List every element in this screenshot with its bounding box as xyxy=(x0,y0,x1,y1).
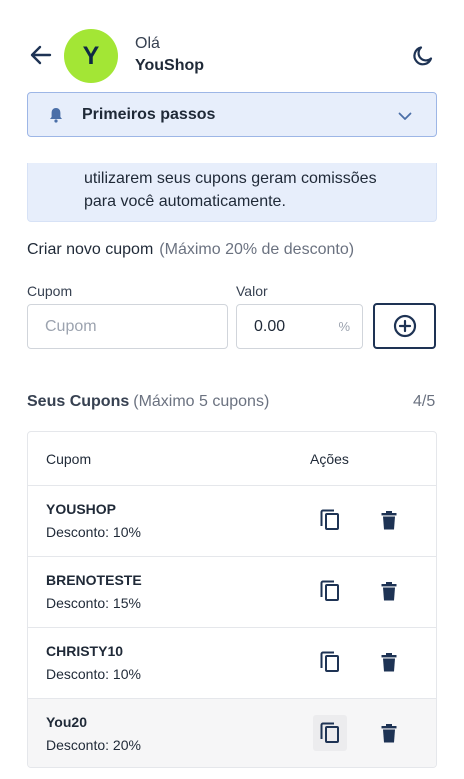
accordion-title: Primeiros passos xyxy=(82,106,216,123)
table-row: BRENOTESTE Desconto: 15% xyxy=(28,557,436,628)
trash-icon xyxy=(381,723,397,742)
value-text: 0.00 xyxy=(254,317,286,335)
coupons-subtitle: (Máximo 5 cupons) xyxy=(133,393,270,410)
moon-icon xyxy=(413,46,433,66)
trash-icon xyxy=(381,652,397,671)
coupon-field-label: Cupom xyxy=(27,283,73,299)
table-row: CHRISTY10 Desconto: 10% xyxy=(28,628,436,699)
coupon-code: You20 xyxy=(46,714,87,730)
create-title: Criar novo cupom xyxy=(27,241,154,258)
coupons-table: Cupom Ações YOUSHOP Desconto: 10% BRENOT… xyxy=(27,431,437,768)
delete-button[interactable] xyxy=(374,644,404,680)
shop-name: YouShop xyxy=(135,57,205,74)
back-button[interactable] xyxy=(28,42,54,68)
plus-circle-icon xyxy=(393,314,416,338)
theme-toggle-button[interactable] xyxy=(410,43,436,69)
primeiros-passos-accordion[interactable]: Primeiros passos xyxy=(27,92,437,137)
coupon-code: CHRISTY10 xyxy=(46,643,124,659)
bell-icon xyxy=(48,107,64,123)
coupon-discount: Desconto: 15% xyxy=(46,595,141,611)
coupon-discount: Desconto: 10% xyxy=(46,524,141,540)
copy-icon xyxy=(320,722,339,743)
your-coupons-title: Seus Cupons (Máximo 5 cupons) xyxy=(27,393,269,411)
trash-icon xyxy=(381,510,397,529)
coupon-discount: Desconto: 10% xyxy=(46,666,141,682)
avatar: Y xyxy=(64,29,118,83)
delete-button[interactable] xyxy=(374,573,404,609)
copy-icon xyxy=(320,509,339,530)
delete-button[interactable] xyxy=(374,502,404,538)
table-row: You20 Desconto: 20% xyxy=(28,699,436,767)
coupon-input[interactable]: Cupom xyxy=(27,304,228,349)
accordion-info-text: utilizarem seus cupons geram comissões p… xyxy=(27,163,437,222)
copy-button[interactable] xyxy=(313,502,347,538)
copy-icon xyxy=(320,580,339,601)
header-coupon: Cupom xyxy=(46,451,92,467)
chevron-down-icon xyxy=(396,107,414,125)
coupon-code: BRENOTESTE xyxy=(46,572,142,588)
copy-button[interactable] xyxy=(313,644,347,680)
copy-icon xyxy=(320,651,339,672)
header-actions: Ações xyxy=(310,451,349,467)
greeting-text: Olá xyxy=(135,35,160,52)
info-line-1: utilizarem seus cupons geram comissões xyxy=(84,170,377,187)
copy-button[interactable] xyxy=(313,715,347,751)
header: Y Olá YouShop xyxy=(0,0,464,95)
create-coupon-title: Criar novo cupom (Máximo 20% de desconto) xyxy=(27,241,354,259)
table-header: Cupom Ações xyxy=(28,432,436,486)
copy-button[interactable] xyxy=(313,573,347,609)
add-coupon-button[interactable] xyxy=(373,303,436,349)
trash-icon xyxy=(381,581,397,600)
create-subtitle: (Máximo 20% de desconto) xyxy=(159,241,355,258)
info-line-2: para você automaticamente. xyxy=(84,193,286,210)
coupons-count: 4/5 xyxy=(413,393,436,410)
coupon-discount: Desconto: 20% xyxy=(46,737,141,753)
value-field-label: Valor xyxy=(236,283,268,299)
coupon-code: YOUSHOP xyxy=(46,501,117,517)
value-input[interactable]: 0.00 % xyxy=(236,304,363,349)
arrow-left-icon xyxy=(30,45,52,65)
delete-button[interactable] xyxy=(374,715,404,751)
coupons-title: Seus Cupons xyxy=(27,393,130,410)
percent-suffix: % xyxy=(338,319,350,334)
table-row: YOUSHOP Desconto: 10% xyxy=(28,486,436,557)
